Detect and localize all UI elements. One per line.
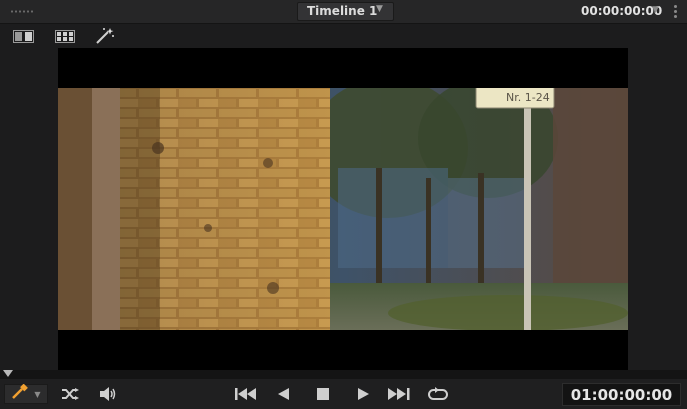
playhead-marker-icon[interactable] bbox=[3, 370, 13, 377]
loop-icon[interactable] bbox=[426, 384, 450, 404]
timecode-options-chevron-icon[interactable]: ▼ bbox=[652, 5, 659, 15]
header-timecode: 00:00:00:00 bbox=[581, 4, 663, 18]
chevron-down-icon: ▼ bbox=[376, 4, 383, 14]
chevron-down-icon: ▼ bbox=[34, 389, 41, 399]
magic-wand-icon[interactable] bbox=[94, 27, 116, 45]
timeline-scrubber[interactable] bbox=[0, 370, 687, 379]
video-viewer[interactable]: Nr. 1-24 bbox=[0, 48, 687, 370]
speaker-icon[interactable] bbox=[97, 384, 119, 404]
viewer-toolbar bbox=[0, 24, 687, 48]
transport-controls: ▼ 01:00:00:00 bbox=[0, 379, 687, 409]
step-back-icon[interactable] bbox=[274, 384, 292, 404]
skip-to-end-icon[interactable] bbox=[387, 384, 411, 404]
eyedropper-icon bbox=[11, 383, 29, 404]
split-view-icon[interactable] bbox=[12, 27, 34, 45]
street-sign-text: Nr. 1-24 bbox=[506, 91, 550, 104]
skip-to-start-icon[interactable] bbox=[234, 384, 258, 404]
more-options-icon[interactable] bbox=[674, 5, 677, 18]
eyedropper-button[interactable]: ▼ bbox=[4, 383, 48, 404]
transport-timecode[interactable]: 01:00:00:00 bbox=[562, 383, 681, 406]
timeline-selector[interactable]: Timeline 1 ▼ bbox=[297, 2, 394, 21]
shuffle-icon[interactable] bbox=[60, 384, 80, 404]
drag-grip-icon[interactable] bbox=[10, 10, 34, 13]
video-frame: Nr. 1-24 bbox=[58, 88, 628, 330]
viewer-header: Timeline 1 ▼ 00:00:00:00 ▼ bbox=[0, 0, 687, 24]
stop-icon[interactable] bbox=[314, 384, 332, 404]
play-icon[interactable] bbox=[354, 384, 372, 404]
grid-view-icon[interactable] bbox=[54, 27, 76, 45]
timeline-title: Timeline 1 bbox=[307, 4, 378, 18]
